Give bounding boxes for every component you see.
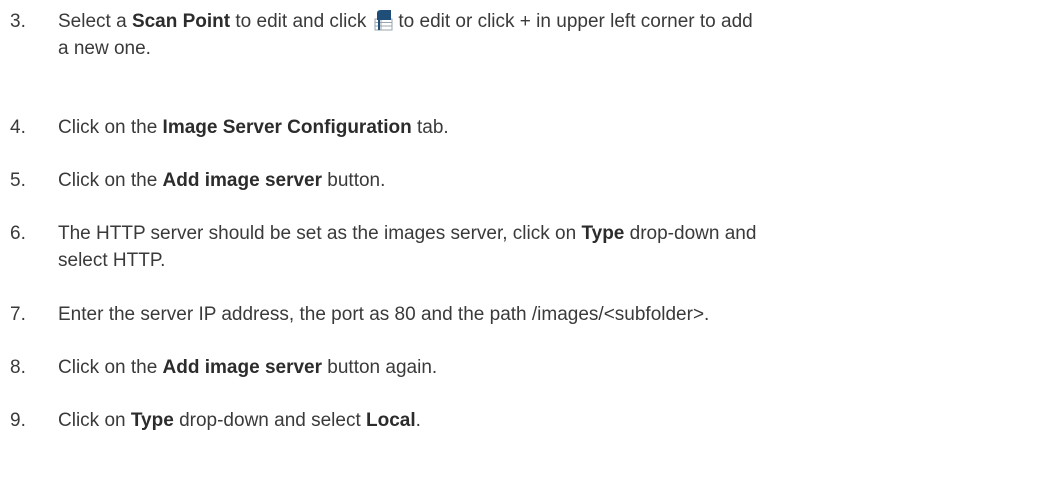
step-number: 6. [10,223,26,244]
step-line: select HTTP. [58,250,166,271]
step-number: 3. [10,11,26,32]
step-bold-term: Type [130,410,174,431]
step-text: Click on the Image Server Configuration … [58,114,1033,141]
step-bold-term: Scan Point [131,11,231,32]
step-text-segment: . [415,410,421,431]
step-number: 5. [10,170,26,191]
step-text-segment: button. [322,170,386,191]
step-text-segment: tab. [411,117,449,138]
step-text: Click on Type drop-down and select Local… [58,407,1033,434]
step-line: a new one. [58,38,151,59]
step-text-segment: button again. [322,357,438,378]
step-text-segment: to edit or click + in upper left corner … [398,11,753,32]
step-line: Click on the Add image server button aga… [58,354,1033,381]
step-line: Click on Type drop-down and select Local… [58,407,1033,434]
step-bold-term: Local [366,410,416,431]
step-text-segment: to edit and click [230,11,367,32]
step-text: Enter the server IP address, the port as… [58,301,1033,328]
step-line: Click on the Image Server Configuration … [58,114,1033,141]
step-text-segment: Click on the [58,170,163,191]
step-line: The HTTP server should be set as the ima… [58,220,1033,247]
step-line: Enter the server IP address, the port as… [58,304,710,325]
step-text-segment: Click on the [58,117,163,138]
step-bold-term: Add image server [162,170,323,191]
step-number: 9. [10,410,26,431]
instruction-steps-list: 3. Select a Scan Point to edit and click… [0,0,1044,477]
step-bold-term: Image Server Configuration [162,117,412,138]
step-text: The HTTP server should be set as the ima… [58,220,1033,274]
step-text-segment: Select a [58,11,132,32]
step-number: 8. [10,357,26,378]
step-bold-term: Type [581,223,625,244]
step-text: Click on the Add image server button aga… [58,354,1033,381]
step-text-segment: Click on the [58,357,163,378]
step-text: Click on the Add image server button. [58,167,1033,194]
step-text: Select a Scan Point to edit and click to … [58,8,1033,62]
step-text-segment: The HTTP server should be set as the ima… [58,223,582,244]
step-text-segment: Click on [58,410,131,431]
edit-table-icon [372,9,394,31]
step-text-segment: drop-down and select [173,410,367,431]
step-text-segment: drop-down and [624,223,757,244]
step-number: 4. [10,117,26,138]
step-number: 7. [10,304,26,325]
step-line: Select a Scan Point to edit and click to … [58,8,1033,35]
step-bold-term: Add image server [162,357,323,378]
step-line: Click on the Add image server button. [58,167,1033,194]
